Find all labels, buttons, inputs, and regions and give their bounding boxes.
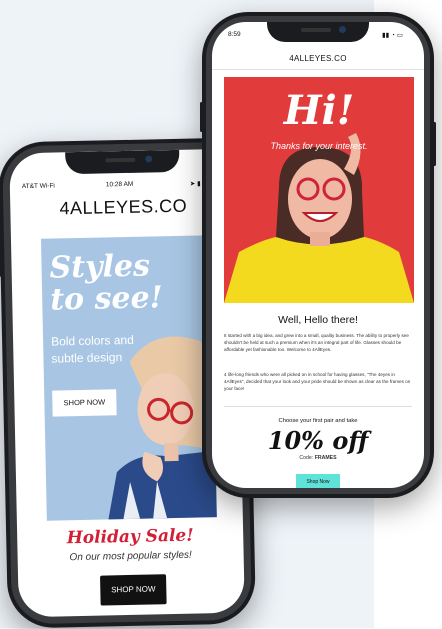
phone-notch — [65, 149, 180, 175]
clock: 8:59 — [228, 31, 241, 38]
clock: 10:28 AM — [105, 180, 134, 189]
right-phone-screen: 8:59 ▮▮ ◔ ▭ 4ALLEYES.CO Hi! Thanks for y… — [212, 22, 424, 488]
logo-prefix: 4ALL — [59, 197, 104, 219]
promo-title: Holiday Sale! — [66, 525, 194, 549]
hero-title: Styles to see! — [49, 248, 164, 318]
section-divider — [224, 406, 412, 407]
carrier-label: AT&T Wi-Fi — [21, 182, 55, 191]
offer-code: Code: FRAMES — [212, 455, 424, 461]
hero-banner: Hi! Thanks for your interest. — [224, 77, 414, 303]
promo-subtitle: On our most popular styles! — [69, 549, 192, 564]
code-label: Code: — [299, 455, 314, 461]
right-phone: 8:59 ▮▮ ◔ ▭ 4ALLEYES.CO Hi! Thanks for y… — [200, 12, 436, 498]
power-button — [433, 122, 436, 166]
hero-title-line: to see! — [49, 280, 164, 318]
hero-banner: Styles to see! Bold colors and subtle de… — [40, 235, 217, 521]
greeting-heading: Well, Hello there! — [278, 314, 358, 326]
shop-now-button[interactable]: Shop Now — [296, 474, 340, 488]
camera-icon — [339, 26, 346, 33]
promo-shop-now-button[interactable]: SHOP NOW — [100, 574, 167, 606]
logo-suffix: EYES.CO — [309, 54, 347, 63]
hero-title: Hi! — [283, 87, 355, 134]
offer-intro: Choose your first pair and take — [278, 418, 358, 424]
camera-icon — [145, 155, 153, 163]
volume-button — [0, 242, 2, 277]
phone-notch — [267, 22, 369, 42]
volume-button — [0, 212, 1, 235]
code-value: FRAMES — [314, 455, 337, 461]
hero-shop-now-button[interactable]: SHOP NOW — [52, 389, 117, 417]
hero-subtitle: Bold colors and subtle design — [51, 331, 162, 367]
logo-suffix: EYES.CO — [103, 195, 188, 218]
offer-headline: 10% off — [267, 426, 369, 455]
volume-button — [200, 102, 203, 132]
story-paragraph: 4 life-long friends who were all picked … — [224, 372, 411, 391]
header-divider — [212, 69, 424, 70]
intro-paragraph: It started with a big idea, and grew int… — [224, 333, 409, 352]
hero-title-line: Styles — [49, 248, 151, 286]
logo-prefix: 4ALL — [289, 54, 310, 63]
brand-logo[interactable]: 4ALLEYES.CO — [212, 54, 424, 63]
battery-icon: ▮▮ ◔ ▭ — [382, 32, 403, 39]
battery-icon: ➤ ▮ — [189, 180, 201, 188]
hero-subtitle-line: subtle design — [51, 350, 123, 366]
speaker — [301, 28, 331, 32]
hero-subtitle: Thanks for your interest. — [270, 141, 368, 151]
speaker — [105, 157, 136, 163]
